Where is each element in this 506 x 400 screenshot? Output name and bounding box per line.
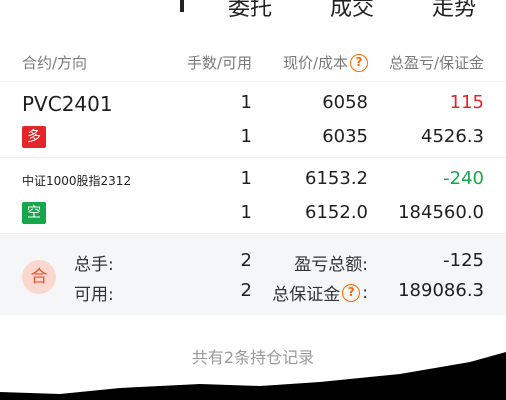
position-margin: 4526.3	[421, 126, 484, 147]
tab-trades[interactable]: 成交	[330, 0, 374, 22]
total-margin-label: 总保证金 ? :	[272, 280, 368, 306]
position-pnl: -240	[443, 168, 484, 189]
available-label: 可用:	[74, 285, 114, 305]
total-lots-value: 2	[240, 250, 252, 271]
available-value: 2	[240, 280, 252, 301]
tab-orders[interactable]: 委托	[228, 0, 272, 22]
total-lots-label: 总手:	[74, 255, 114, 275]
summary-icon: 合	[22, 260, 56, 294]
available-lots: 1	[240, 126, 252, 147]
help-icon[interactable]: ?	[342, 283, 361, 302]
total-margin-label-text: 总保证金	[272, 285, 341, 305]
lots: 1	[240, 92, 252, 113]
cost-price: 6035	[322, 126, 368, 147]
tab-fragment	[180, 0, 184, 12]
total-margin-value: 189086.3	[398, 280, 484, 301]
header-price-label: 现价/成本	[282, 54, 348, 72]
header-price: 现价/成本 ?	[283, 52, 368, 73]
record-count-note: 共有2条持仓记录	[191, 348, 315, 367]
contract-name: PVC2401	[22, 92, 113, 116]
summary-panel: 合 总手: 可用: 2 2 盈亏总额: 总保证金 ? : -125 189086…	[0, 235, 506, 315]
contract-name: 中证1000股指2312	[22, 174, 132, 188]
total-pnl-value: -125	[443, 250, 484, 271]
tab-bar: 委托 成交 走势	[0, 0, 506, 32]
direction-badge-short: 空	[22, 202, 46, 224]
total-margin-colon: :	[362, 282, 368, 303]
header-lots: 手数/可用	[186, 54, 252, 72]
cost-price: 6152.0	[305, 202, 368, 223]
current-price: 6153.2	[305, 168, 368, 189]
direction-badge-long: 多	[22, 126, 46, 148]
position-pnl: 115	[449, 92, 484, 113]
tab-trend[interactable]: 走势	[432, 0, 476, 22]
header-pnl: 总盈亏/保证金	[388, 54, 484, 72]
current-price: 6058	[322, 92, 368, 113]
table-header: 合约/方向 手数/可用 现价/成本 ? 总盈亏/保证金	[0, 40, 506, 82]
header-contract: 合约/方向	[22, 54, 88, 72]
available-lots: 1	[240, 202, 252, 223]
position-margin: 184560.0	[398, 202, 484, 223]
position-row[interactable]: PVC2401 多 1 1 6058 6035 115 4526.3	[0, 82, 506, 158]
position-row[interactable]: 中证1000股指2312 空 1 1 6153.2 6152.0 -240 18…	[0, 158, 506, 234]
help-icon[interactable]: ?	[350, 53, 368, 72]
position-panel: 委托 成交 走势 合约/方向 手数/可用 现价/成本 ? 总盈亏/保证金 PVC…	[0, 0, 506, 394]
lots: 1	[240, 168, 252, 189]
total-pnl-label: 盈亏总额:	[294, 255, 368, 275]
